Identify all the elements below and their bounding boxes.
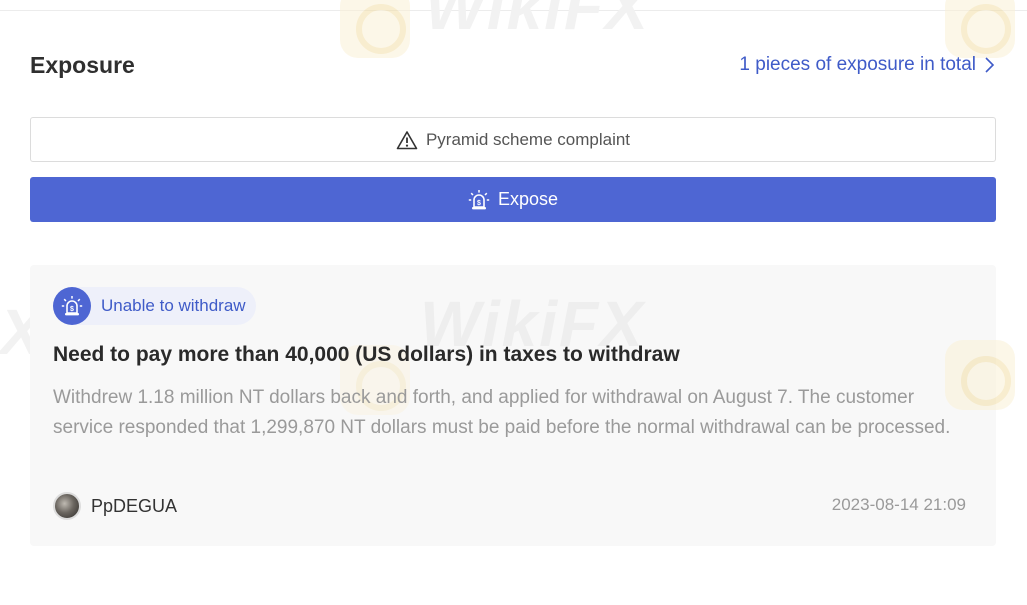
- chevron-right-icon: [985, 57, 995, 73]
- tag-icon-circle: $: [53, 287, 91, 325]
- author-info[interactable]: PpDEGUA: [53, 492, 177, 520]
- top-divider: [0, 10, 1027, 11]
- section-title: Exposure: [30, 51, 135, 78]
- expose-button[interactable]: $ Expose: [30, 177, 996, 222]
- exposure-header: Exposure 1 pieces of exposure in total: [30, 48, 996, 82]
- expose-button-label: Expose: [497, 189, 559, 209]
- exposure-date: 2023-08-14 21:09: [831, 495, 966, 514]
- exposure-description: Withdrew 1.18 million NT dollars back an…: [53, 387, 951, 438]
- svg-text:$: $: [70, 306, 74, 313]
- exposure-tag: $ Unable to withdraw: [53, 287, 256, 325]
- exposure-card[interactable]: WikiFX $ Unable to withdraw Need to pay …: [30, 265, 996, 546]
- exposure-total-link[interactable]: 1 pieces of exposure in total: [739, 54, 996, 76]
- author-name: PpDEGUA: [91, 495, 178, 516]
- exposure-total-label: 1 pieces of exposure in total: [739, 54, 976, 75]
- alarm-siren-icon: $: [61, 296, 83, 316]
- tag-label: Unable to withdraw: [101, 296, 246, 315]
- watermark-text: WikiFX: [425, 0, 650, 43]
- complaint-button-label: Pyramid scheme complaint: [425, 129, 631, 149]
- exposure-title[interactable]: Need to pay more than 40,000 (US dollars…: [53, 343, 973, 367]
- avatar: [53, 492, 81, 520]
- svg-text:$: $: [477, 200, 481, 207]
- warning-triangle-icon: [396, 130, 418, 149]
- alarm-siren-icon: $: [468, 189, 490, 209]
- pyramid-scheme-complaint-button[interactable]: Pyramid scheme complaint: [30, 117, 996, 162]
